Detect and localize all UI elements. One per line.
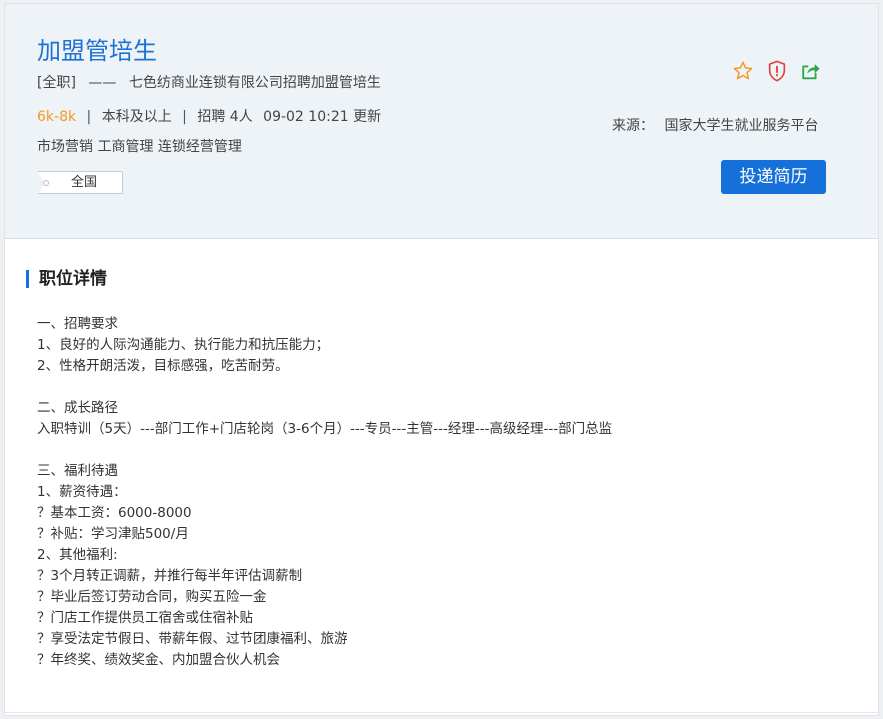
job-type: [全职]: [37, 75, 76, 91]
job-title: 加盟管培生: [37, 37, 157, 65]
job-subtitle: [全职] —— 七色纺商业连锁有限公司招聘加盟管培生: [37, 74, 381, 92]
description-line: 1、薪资待遇：: [37, 484, 127, 500]
job-meta: 6k-8k | 本科及以上 | 招聘 4人 09-02 10:21 更新: [37, 108, 381, 126]
description-line: ？年终奖、绩效奖金、内加盟合伙人机会: [37, 652, 280, 668]
job-source: 来源： 国家大学生就业服务平台: [612, 117, 818, 135]
section-title: 职位详情: [39, 269, 107, 289]
star-icon[interactable]: [731, 59, 755, 83]
shield-icon[interactable]: [765, 59, 789, 83]
description-line: 2、其他福利:: [37, 547, 118, 563]
action-icons: [731, 58, 833, 84]
description-line: 一、招聘要求: [37, 316, 118, 332]
location-tag: 全国: [37, 171, 123, 195]
description-line: ？享受法定节假日、带薪年假、过节团康福利、旅游: [37, 631, 348, 647]
salary: 6k-8k: [37, 109, 77, 125]
description-line: ？补贴：学习津贴500/月: [37, 526, 189, 542]
meta-separator: |: [182, 109, 187, 125]
job-categories: 市场营销 工商管理 连锁经营管理: [37, 139, 242, 155]
description-line: 1、良好的人际沟通能力、执行能力和抗压能力；: [37, 337, 330, 353]
description-line: 入职特训（5天）---部门工作+门店轮岗（3-6个月）---专员---主管---…: [37, 421, 613, 437]
share-icon[interactable]: [799, 59, 823, 83]
meta-separator: |: [86, 109, 92, 125]
location-label: 全国: [70, 175, 97, 190]
description-line: 2、性格开朗活泼，目标感强，吃苦耐劳。: [37, 358, 289, 374]
company-line: 七色纺商业连锁有限公司招聘加盟管培生: [128, 75, 381, 91]
tag-hole-icon: [43, 180, 49, 186]
job-header: 加盟管培生 [全职] —— 七色纺商业连锁有限公司招聘加盟管培生 6k-8k |…: [5, 4, 878, 239]
source-label: 来源：: [612, 118, 654, 134]
headcount: 招聘 4人: [197, 109, 253, 125]
job-detail-page: 加盟管培生 [全职] —— 七色纺商业连锁有限公司招聘加盟管培生 6k-8k |…: [4, 3, 879, 716]
job-description: 一、招聘要求 1、良好的人际沟通能力、执行能力和抗压能力； 2、性格开朗活泼，目标感…: [37, 314, 857, 671]
apply-resume-button[interactable]: 投递简历: [721, 160, 826, 194]
description-line: ？基本工资：6000-8000: [37, 505, 192, 521]
subtitle-dash: ——: [88, 75, 117, 91]
updated-time: 09-02 10:21 更新: [263, 109, 382, 125]
section-header: 职位详情: [26, 268, 107, 290]
description-line: ？毕业后签订劳动合同，购买五险一金: [37, 589, 267, 605]
bottom-divider: [5, 712, 878, 713]
education: 本科及以上: [101, 109, 172, 125]
description-line: ？3个月转正调薪，并推行每半年评估调薪制: [37, 568, 303, 584]
section-accent-bar: [26, 270, 29, 288]
description-line: 二、成长路径: [37, 400, 118, 416]
source-value: 国家大学生就业服务平台: [664, 118, 819, 134]
description-line: ？门店工作提供员工宿舍或住宿补贴: [37, 610, 253, 626]
description-line: 三、福利待遇: [37, 463, 118, 479]
